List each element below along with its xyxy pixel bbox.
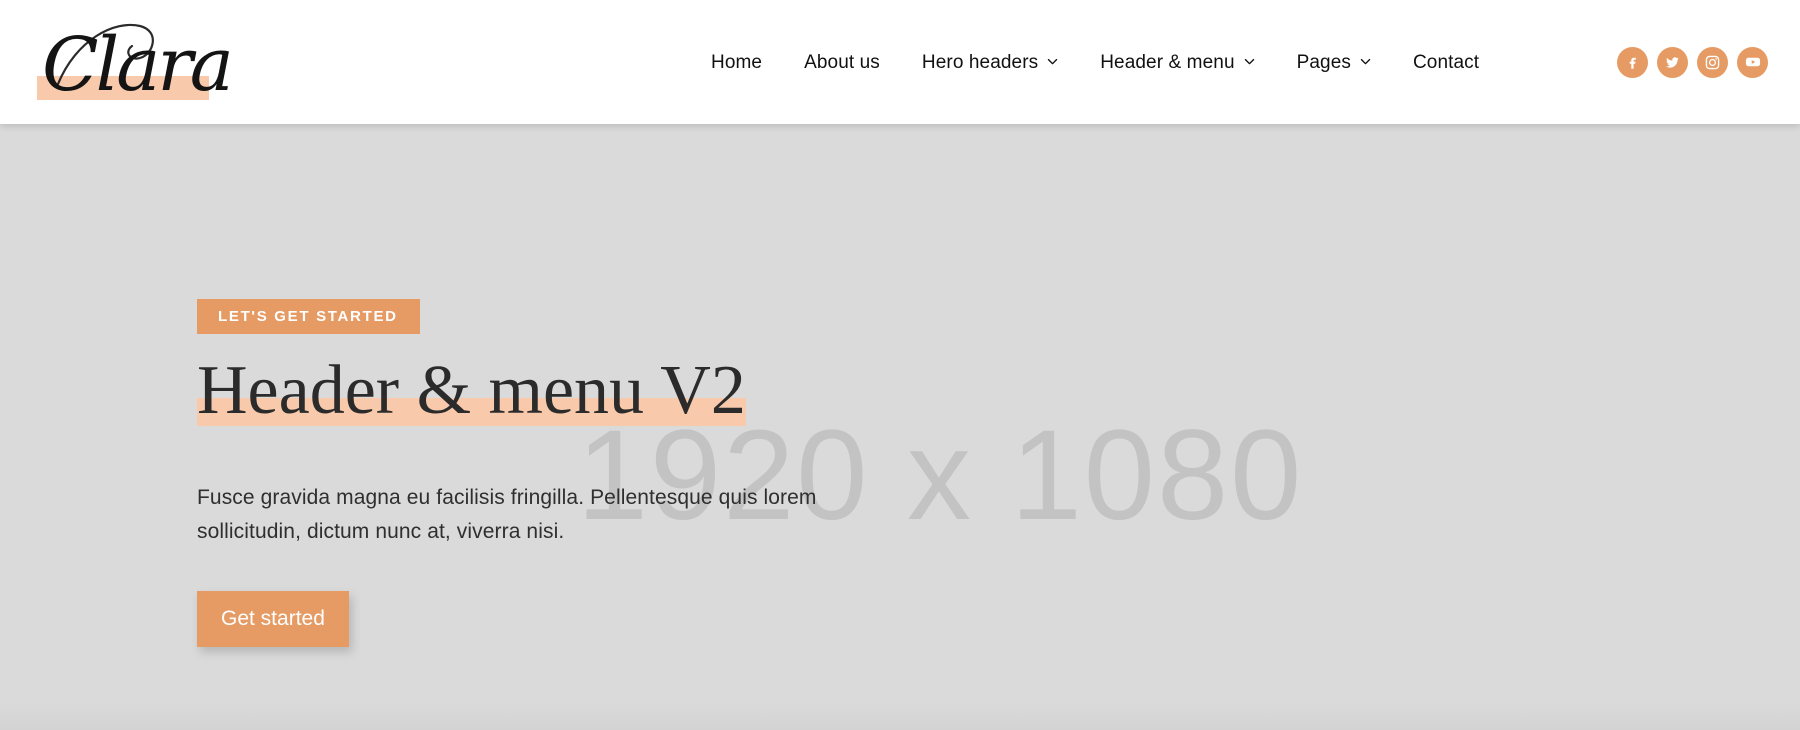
- chevron-down-icon: [1360, 56, 1371, 67]
- facebook-icon[interactable]: [1617, 46, 1648, 78]
- hero-content: LET'S GET STARTED Header & menu V2 Fusce…: [197, 299, 877, 648]
- get-started-button[interactable]: Get started: [197, 591, 349, 648]
- nav-item-label: About us: [804, 51, 880, 73]
- nav-item-label: Pages: [1296, 51, 1351, 73]
- nav-item-home[interactable]: Home: [690, 47, 783, 78]
- nav-item-about-us[interactable]: About us: [783, 47, 901, 78]
- youtube-icon[interactable]: [1737, 46, 1768, 78]
- nav-item-label: Contact: [1412, 51, 1480, 73]
- main-navigation: Home About us Hero headers Header & menu…: [690, 0, 1500, 124]
- chevron-down-icon: [1047, 56, 1058, 67]
- site-header: Clara Home About us Hero headers Header …: [0, 0, 1800, 124]
- logo-text: Clara: [42, 22, 231, 108]
- page-root: Clara Home About us Hero headers Header …: [0, 0, 1800, 730]
- nav-item-hero-headers[interactable]: Hero headers: [901, 47, 1079, 78]
- logo-script-icon: Clara: [36, 14, 266, 110]
- nav-item-label: Home: [711, 51, 763, 73]
- chevron-down-icon: [1244, 56, 1255, 67]
- hero-title-wrap: Header & menu V2: [197, 352, 746, 429]
- hero-paragraph: Fusce gravida magna eu facilisis fringil…: [197, 486, 817, 544]
- eyebrow-badge: LET'S GET STARTED: [197, 299, 420, 334]
- hero-section: 1920 x 1080 LET'S GET STARTED Header & m…: [0, 124, 1800, 730]
- nav-item-label: Header & menu: [1100, 51, 1235, 73]
- twitter-icon[interactable]: [1657, 46, 1688, 78]
- instagram-icon[interactable]: [1697, 46, 1728, 78]
- nav-item-header-and-menu[interactable]: Header & menu: [1079, 47, 1275, 78]
- site-logo[interactable]: Clara: [36, 14, 266, 110]
- nav-item-label: Hero headers: [921, 51, 1039, 73]
- nav-item-contact[interactable]: Contact: [1392, 47, 1500, 78]
- page-title: Header & menu V2: [197, 352, 746, 429]
- nav-item-pages[interactable]: Pages: [1276, 47, 1392, 78]
- hero-bottom-edge: [0, 704, 1800, 730]
- social-links: [1617, 0, 1768, 124]
